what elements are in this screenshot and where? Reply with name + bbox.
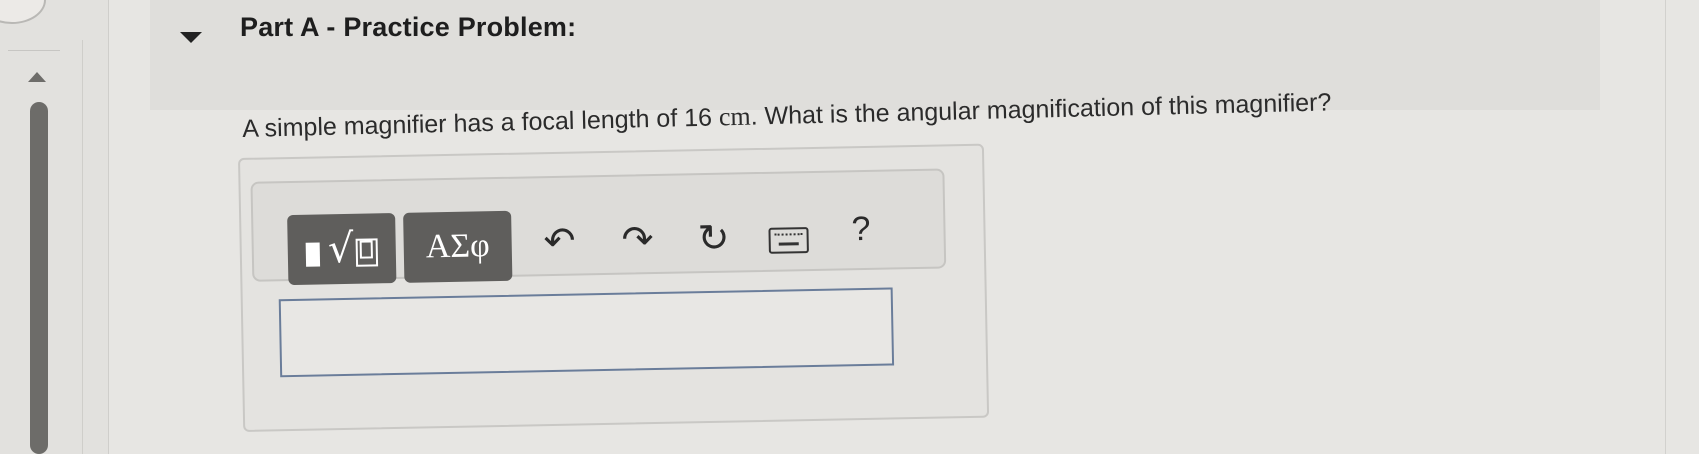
help-button[interactable]: ? — [851, 210, 871, 248]
problem-unit: cm — [718, 101, 751, 132]
templates-root-icon: √ — [305, 226, 378, 272]
answer-input[interactable] — [278, 287, 895, 378]
greek-symbols-button[interactable]: ΑΣφ — [403, 210, 513, 283]
part-header[interactable]: Part A - Practice Problem: — [150, 0, 1600, 110]
scroll-up-arrow-icon[interactable] — [28, 72, 46, 82]
content-right-border — [1665, 0, 1666, 454]
previous-nav-button[interactable]: › — [0, 0, 46, 24]
reset-icon[interactable]: ↻ — [697, 216, 730, 261]
scrollbar-thumb[interactable] — [30, 102, 48, 454]
undo-icon[interactable]: ↶ — [543, 219, 576, 264]
rail-divider — [8, 50, 60, 51]
redo-icon[interactable]: ↷ — [621, 217, 654, 262]
collapse-caret-icon[interactable] — [180, 32, 202, 43]
answer-panel: √ ΑΣφ ↶ ↷ ↻ ? — [238, 143, 990, 432]
templates-button[interactable]: √ — [287, 212, 397, 286]
math-toolbar: √ ΑΣφ ↶ ↷ ↻ ? — [250, 168, 947, 286]
left-navigation-rail: › — [0, 0, 109, 454]
rail-border — [82, 40, 83, 454]
part-title: Part A - Practice Problem: — [240, 12, 577, 42]
keyboard-icon[interactable] — [768, 227, 809, 254]
